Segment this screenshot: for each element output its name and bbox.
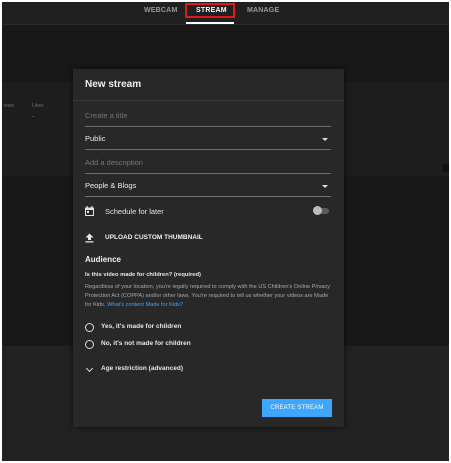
- background-views-header: iews: [4, 103, 15, 109]
- audience-description: Regardless of your location, you're lega…: [85, 283, 335, 310]
- made-for-kids-link[interactable]: What's content Made for Kids?: [107, 302, 183, 308]
- age-restriction-label: Age restriction (advanced): [101, 365, 183, 372]
- background-likes-header: Likes: [32, 103, 44, 109]
- create-stream-button[interactable]: CREATE STREAM: [262, 399, 332, 417]
- tab-webcam[interactable]: WEBCAM: [144, 7, 177, 14]
- description-placeholder: Add a description: [85, 158, 143, 167]
- category-value: People & Blogs: [85, 181, 137, 190]
- radio-button[interactable]: [85, 340, 94, 349]
- dialog-title: New stream: [85, 79, 142, 90]
- active-tab-indicator: [186, 22, 234, 24]
- audience-heading: Audience: [85, 255, 122, 264]
- dropdown-caret-icon: [322, 185, 328, 188]
- audience-question: Is this video made for children? (requir…: [85, 272, 201, 278]
- chevron-down-icon: [85, 364, 94, 373]
- title-placeholder: Create a title: [85, 111, 128, 120]
- upload-thumbnail-button[interactable]: UPLOAD CUSTOM THUMBNAIL: [105, 234, 203, 241]
- calendar-icon: [85, 206, 94, 216]
- dropdown-caret-icon: [322, 138, 328, 141]
- privacy-select[interactable]: Public: [85, 133, 331, 150]
- new-stream-dialog: New stream Create a title Public Add a d…: [73, 69, 344, 427]
- tab-manage[interactable]: MANAGE: [247, 7, 279, 14]
- schedule-toggle[interactable]: [313, 206, 329, 215]
- privacy-value: Public: [85, 134, 106, 143]
- title-input[interactable]: Create a title: [85, 110, 331, 127]
- description-input[interactable]: Add a description: [85, 157, 331, 174]
- schedule-label: Schedule for later: [105, 207, 164, 216]
- radio-label-no: No, it's not made for children: [101, 340, 191, 347]
- dialog-divider: [73, 100, 344, 101]
- stream-tab-highlight-box: [185, 3, 235, 18]
- background-likes-value: -: [32, 114, 34, 120]
- toggle-knob: [313, 206, 322, 215]
- upload-icon: [85, 233, 94, 243]
- category-select[interactable]: People & Blogs: [85, 180, 331, 197]
- app-window: WEBCAM STREAM MANAGE iews Likes - New st…: [2, 2, 449, 461]
- top-nav: WEBCAM STREAM MANAGE: [2, 2, 449, 25]
- radio-button[interactable]: [85, 323, 94, 332]
- radio-label-yes: Yes, it's made for children: [101, 323, 182, 330]
- background-scroll-handle: [442, 164, 449, 172]
